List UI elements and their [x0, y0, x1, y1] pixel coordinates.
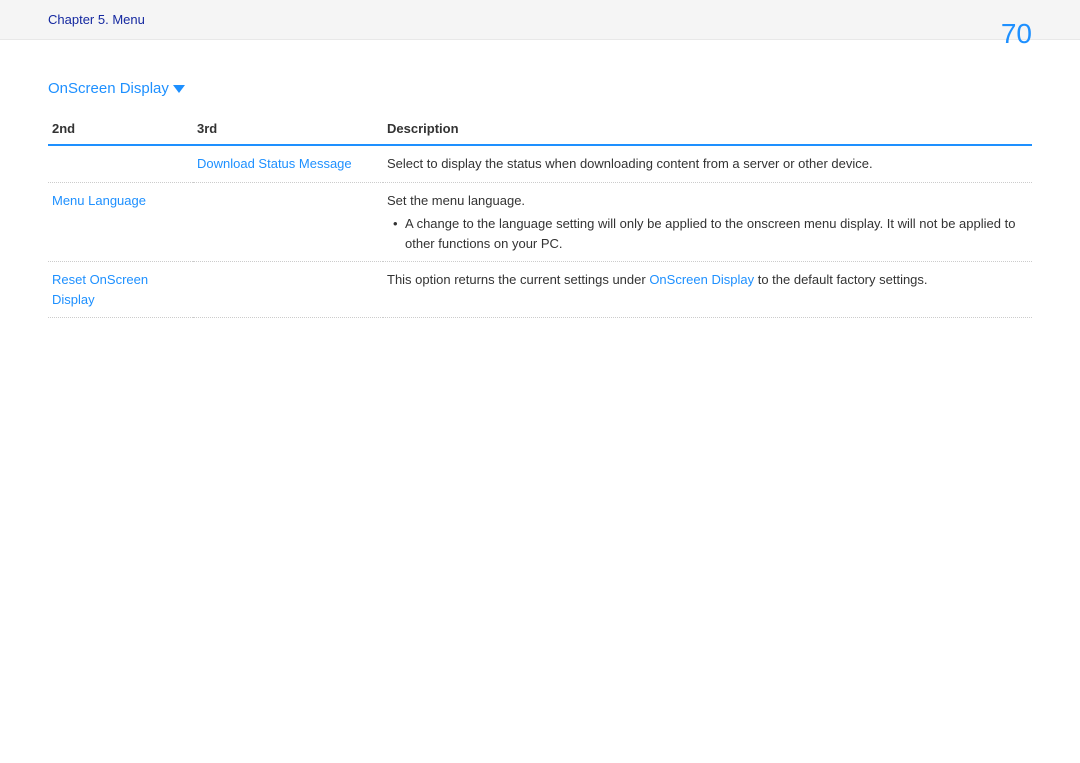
menu-table: 2nd 3rd Description Download Status Mess…: [48, 113, 1032, 318]
desc-link-text: OnScreen Display: [649, 272, 754, 287]
cell-2nd: Reset OnScreen Display: [48, 262, 193, 318]
table-row: Download Status Message Select to displa…: [48, 145, 1032, 182]
section-title: OnScreen Display: [48, 80, 1032, 97]
table-row: Reset OnScreen Display This option retur…: [48, 262, 1032, 318]
cell-description: Select to display the status when downlo…: [383, 145, 1032, 182]
column-header-3rd: 3rd: [193, 113, 383, 145]
table-row: Menu Language Set the menu language. A c…: [48, 182, 1032, 262]
cell-3rd: [193, 262, 383, 318]
desc-main-text: Set the menu language.: [387, 193, 525, 208]
section-title-text: OnScreen Display: [48, 80, 169, 97]
cell-2nd: [48, 145, 193, 182]
column-header-description: Description: [383, 113, 1032, 145]
page-number: 70: [1001, 18, 1032, 50]
cell-3rd: [193, 182, 383, 262]
triangle-down-icon: [173, 85, 185, 93]
bullet-list: A change to the language setting will on…: [387, 214, 1028, 253]
header-bar: Chapter 5. Menu: [0, 0, 1080, 40]
table-header-row: 2nd 3rd Description: [48, 113, 1032, 145]
cell-3rd: Download Status Message: [193, 145, 383, 182]
desc-prefix: This option returns the current settings…: [387, 272, 649, 287]
cell-description: This option returns the current settings…: [383, 262, 1032, 318]
column-header-2nd: 2nd: [48, 113, 193, 145]
desc-suffix: to the default factory settings.: [754, 272, 927, 287]
chapter-title: Chapter 5. Menu: [48, 12, 145, 27]
bullet-item: A change to the language setting will on…: [387, 214, 1028, 253]
cell-2nd: Menu Language: [48, 182, 193, 262]
cell-description: Set the menu language. A change to the l…: [383, 182, 1032, 262]
content-area: OnScreen Display 2nd 3rd Description Dow…: [0, 40, 1080, 358]
